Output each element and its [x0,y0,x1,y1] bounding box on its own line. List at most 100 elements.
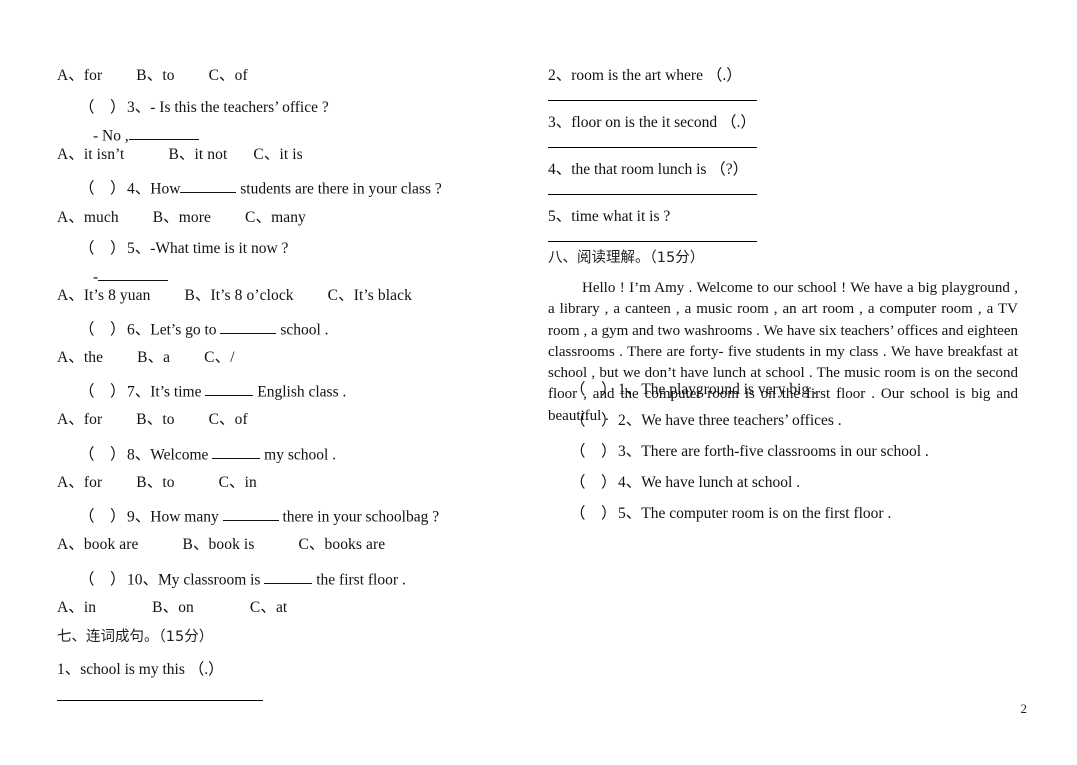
option-b: B、more [152,209,212,226]
answer-parenthesis[interactable]: （ ） [79,241,127,257]
answer-parenthesis[interactable]: （ ） [570,475,618,491]
reading-question-4: （ ）4、We have lunch at school . [548,475,800,491]
section-seven-item-2: 2、room is the art where （.） [548,67,742,84]
answer-parenthesis[interactable]: （ ） [79,572,127,588]
fill-in-blank[interactable] [98,266,169,282]
question-text-after: the first floor . [316,571,406,589]
answer-rule[interactable] [57,700,263,701]
question-6: （ ）6、Let’s go to school . [57,319,329,338]
option-c: C、it is [253,146,303,163]
fill-in-blank[interactable] [264,569,313,585]
option-c: C、of [208,411,248,428]
question-text-after: students are there in your class ? [240,180,442,198]
answer-rule[interactable] [548,147,757,148]
question-text: 3、- Is this the teachers’ office ? [127,99,329,116]
question-5: （ ）5、-What time is it now ? [57,241,288,257]
answer-parenthesis[interactable]: （ ） [79,100,127,116]
section-seven-item-1: 1、school is my this （.） [57,661,224,678]
option-c: C、many [245,209,306,226]
option-c: C、books are [298,536,386,553]
answer-parenthesis[interactable]: （ ） [570,506,618,522]
options-row-q4: A、much B、more C、many [57,210,306,226]
section-seven-item-4: 4、the that room lunch is （?） [548,161,749,178]
question-text-before: 6、Let’s go to [127,321,217,339]
option-a: A、for [57,411,103,428]
answer-parenthesis[interactable]: （ ） [570,382,618,398]
options-row-q10: A、in B、on C、at [57,600,287,616]
question-7: （ ）7、It’s time English class . [57,381,346,400]
question-text-after: my school . [264,446,337,464]
reading-question-5: （ ）5、The computer room is on the first f… [548,506,891,522]
option-b: B、it not [168,146,228,163]
option-a: A、It’s 8 yuan [57,287,151,304]
option-a: A、much [57,209,119,226]
question-9: （ ）9、How many there in your schoolbag ? [57,506,439,525]
question-text-before: 7、It’s time [127,383,202,401]
section-seven-item-5: 5、time what it is ? [548,208,671,225]
answer-rule[interactable] [548,241,757,242]
option-c: C、in [218,474,257,491]
options-row-q2: A、for B、to C、of [57,68,248,84]
reading-passage: Hello ! I’m Amy . Welcome to our school … [548,280,1018,424]
question-text-after: school . [280,321,329,339]
question-text: 5、-What time is it now ? [127,240,289,257]
options-row-q9: A、book are B、book is C、books are [57,537,385,553]
answer-parenthesis[interactable]: （ ） [570,444,618,460]
options-row-q6: A、the B、a C、/ [57,350,235,366]
option-b: B、book is [182,536,255,553]
question-text-before: 4、How [127,180,181,198]
question-text: 3、There are forth-five classrooms in our… [618,443,929,460]
question-text-after: there in your schoolbag ? [282,508,440,526]
option-b: B、to [136,474,175,491]
question-text-before: 10、My classroom is [127,571,261,589]
option-c: C、of [208,67,248,84]
question-text: 4、We have lunch at school . [618,474,801,491]
answer-parenthesis[interactable]: （ ） [570,413,618,429]
option-a: A、it isn’t [57,146,125,163]
fill-in-blank[interactable] [220,319,277,335]
options-row-q8: A、for B、to C、in [57,475,257,491]
reading-question-1: （ ）1、The playground is very big . [548,382,817,398]
question-4: （ ）4、How students are there in your clas… [57,178,442,197]
option-b: B、to [136,67,175,84]
answer-parenthesis[interactable]: （ ） [79,384,127,400]
question-text-before: 8、Welcome [127,446,209,464]
section-seven-item-3: 3、floor on is the it second （.） [548,114,756,131]
answer-rule[interactable] [548,100,757,101]
question-text: 5、The computer room is on the first floo… [618,505,892,522]
options-row-q5: A、It’s 8 yuan B、It’s 8 o’clock C、It’s blac… [57,288,412,304]
question-3-response-line: - No , [57,125,199,144]
question-text: 2、We have three teachers’ offices . [618,412,842,429]
answer-parenthesis[interactable]: （ ） [79,322,127,338]
reading-question-2: （ ）2、We have three teachers’ offices . [548,413,842,429]
option-c: C、It’s black [327,287,412,304]
option-a: A、book are [57,536,139,553]
question-text-before: 9、How many [127,508,219,526]
section-eight-heading: 八、阅读理解。（15分） [548,250,705,266]
question-8: （ ）8、Welcome my school . [57,444,336,463]
question-text-after: English class . [257,383,347,401]
question-10: （ ）10、My classroom is the first floor . [57,569,406,588]
option-c: C、/ [204,349,235,366]
options-row-q7: A、for B、to C、of [57,412,248,428]
section-seven-heading: 七、连词成句。（15分） [57,629,214,645]
question-text: 1、The playground is very big . [618,381,817,398]
answer-parenthesis[interactable]: （ ） [79,447,127,463]
answer-parenthesis[interactable]: （ ） [79,509,127,525]
fill-in-blank[interactable] [222,506,279,522]
fill-in-blank[interactable] [212,444,261,460]
option-b: B、on [152,599,194,616]
fill-in-blank[interactable] [205,381,254,397]
fill-in-blank[interactable] [128,125,199,141]
answer-parenthesis[interactable]: （ ） [79,181,127,197]
worksheet-page: A、for B、to C、of （ ）3、- Is this the teacher… [0,0,1077,765]
fill-in-blank[interactable] [180,178,237,194]
question-3: （ ）3、- Is this the teachers’ office ? [57,100,329,116]
options-row-q3: A、it isn’t B、it not C、it is [57,147,303,163]
response-prefix: - No , [93,127,129,145]
option-a: A、in [57,599,97,616]
reading-question-3: （ ）3、There are forth-five classrooms in … [548,444,929,460]
option-a: A、the [57,349,104,366]
answer-rule[interactable] [548,194,757,195]
page-number: 2 [1020,701,1028,716]
